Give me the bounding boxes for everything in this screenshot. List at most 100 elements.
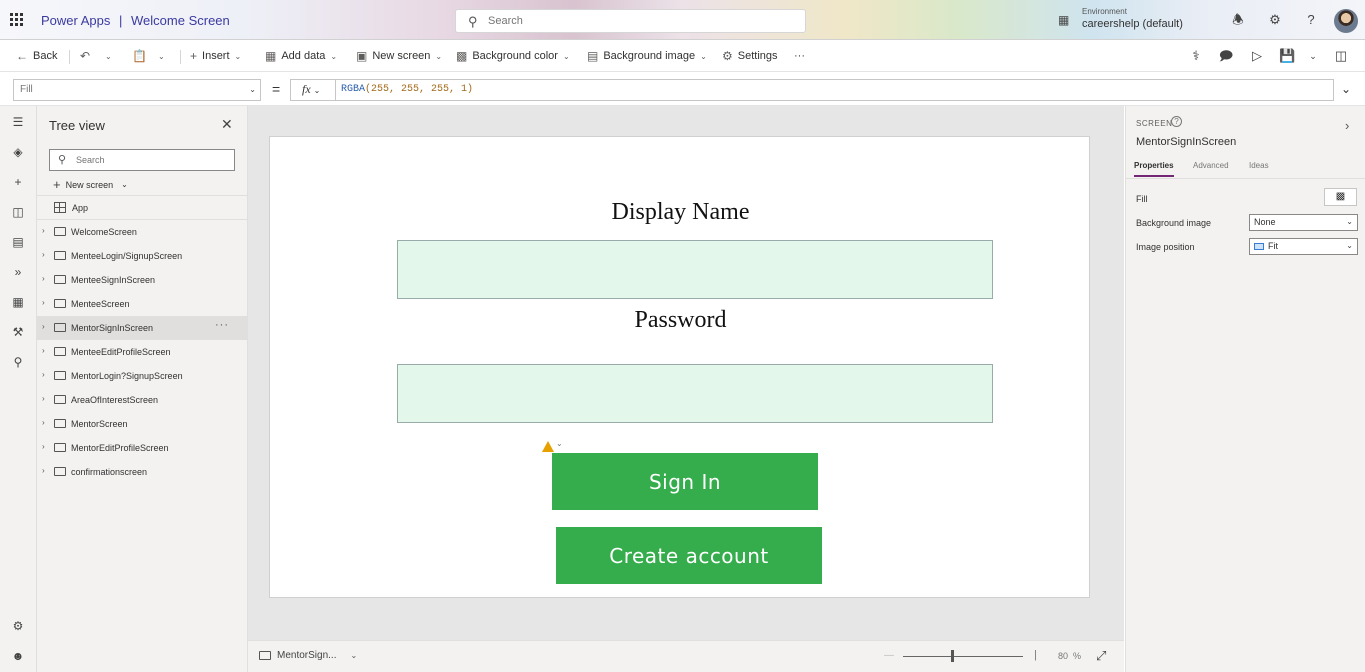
expand-formula-icon[interactable]: ⌄: [1341, 82, 1351, 96]
insert-icon[interactable]: +: [10, 174, 26, 190]
screen-icon: [54, 275, 66, 284]
paste-button[interactable]: 📋: [132, 48, 147, 64]
screen-icon: [259, 651, 271, 660]
background-image-dropdown[interactable]: None ⌄: [1249, 214, 1358, 231]
chevron-right-icon[interactable]: ›: [42, 346, 45, 355]
chevron-down-icon: ⌄: [234, 51, 242, 61]
tab-ideas[interactable]: Ideas: [1249, 161, 1269, 175]
app-name[interactable]: Welcome Screen: [131, 13, 230, 28]
tree-item-screen[interactable]: › confirmationscreen: [37, 460, 248, 484]
display-name-input[interactable]: [397, 240, 993, 299]
tab-properties[interactable]: Properties: [1134, 161, 1174, 177]
tree-item-screen[interactable]: › MentorScreen: [37, 412, 248, 436]
save-icon[interactable]: 💾: [1279, 48, 1295, 64]
gear-icon[interactable]: ⚙: [1267, 12, 1283, 28]
data-icon[interactable]: ◫: [10, 204, 26, 220]
environment-label: Environment: [1082, 7, 1127, 16]
formula-input[interactable]: RGBA(255, 255, 255, 1): [335, 79, 1334, 101]
background-image-button[interactable]: ▤ Background image ⌄: [587, 48, 707, 64]
create-account-button[interactable]: Create account: [556, 527, 822, 584]
chevron-right-icon[interactable]: ›: [42, 322, 45, 331]
fx-button[interactable]: fx ⌄: [290, 79, 336, 101]
undo-button[interactable]: ↶: [80, 48, 90, 64]
chevron-right-icon[interactable]: ›: [42, 442, 45, 451]
password-label[interactable]: Password: [270, 307, 1091, 334]
app-checker-icon[interactable]: ⚕: [1188, 48, 1204, 64]
play-icon[interactable]: ▷: [1249, 48, 1265, 64]
settings-icon[interactable]: ⚙: [10, 618, 26, 634]
publish-icon[interactable]: ◫: [1333, 48, 1349, 64]
image-position-dropdown[interactable]: Fit ⌄: [1249, 238, 1358, 255]
tree-item-screen[interactable]: › MentorEditProfileScreen: [37, 436, 248, 460]
tree-item-screen[interactable]: › MentorLogin?SignupScreen: [37, 364, 248, 388]
zoom-out-button[interactable]: —: [884, 650, 894, 661]
tree-search[interactable]: ⚲: [49, 149, 235, 171]
waffle-icon[interactable]: [10, 13, 24, 27]
close-icon[interactable]: ✕: [221, 116, 233, 133]
back-button[interactable]: ← Back: [16, 48, 57, 64]
property-dropdown[interactable]: Fill ⌄: [13, 79, 261, 101]
chevron-right-icon[interactable]: ›: [42, 466, 45, 475]
display-name-label[interactable]: Display Name: [270, 199, 1091, 226]
chevron-right-icon[interactable]: ›: [1345, 118, 1349, 133]
add-data-button[interactable]: ▦ Add data ⌄: [265, 48, 337, 64]
layers-icon[interactable]: ◈: [10, 144, 26, 160]
new-screen-button[interactable]: + New screen ⌄: [53, 177, 128, 192]
tree-item-screen[interactable]: › WelcomeScreen: [37, 220, 248, 244]
tools-icon[interactable]: ⚒: [10, 324, 26, 340]
new-screen-button[interactable]: ▣ New screen ⌄: [356, 48, 442, 64]
environment-value[interactable]: careershelp (default): [1082, 18, 1183, 30]
tree-item-screen[interactable]: › MenteeSignInScreen: [37, 268, 248, 292]
insert-button[interactable]: + Insert ⌄: [190, 48, 241, 64]
settings-button[interactable]: ⚙ Settings: [722, 48, 778, 64]
more-options-button[interactable]: ···: [215, 319, 229, 331]
bell-icon[interactable]: 🕭: [1230, 12, 1246, 28]
virtual-agent-icon[interactable]: ☻: [10, 648, 26, 664]
undo-dropdown[interactable]: ⌄: [105, 48, 112, 64]
chevron-right-icon[interactable]: ›: [42, 226, 45, 235]
chevron-right-icon[interactable]: ›: [42, 274, 45, 283]
variables-icon[interactable]: ▦: [10, 294, 26, 310]
help-icon[interactable]: ?: [1171, 116, 1182, 127]
tree-item-app[interactable]: App: [37, 196, 248, 220]
tree-search-input[interactable]: [76, 153, 226, 167]
global-search-input[interactable]: [488, 13, 788, 29]
chevron-right-icon[interactable]: ›: [42, 298, 45, 307]
tree-item-screen[interactable]: › MenteeEditProfileScreen: [37, 340, 248, 364]
tree-item-screen[interactable]: › AreaOfInterestScreen: [37, 388, 248, 412]
fill-color-picker[interactable]: ▩: [1324, 188, 1357, 206]
chevron-right-icon[interactable]: ›: [42, 370, 45, 379]
product-name[interactable]: Power Apps: [41, 13, 110, 28]
chevron-down-icon[interactable]: ⌄: [1305, 48, 1321, 64]
hamburger-icon[interactable]: ☰: [10, 114, 26, 130]
media-icon[interactable]: ▤: [10, 234, 26, 250]
power-automate-icon[interactable]: »: [10, 264, 26, 280]
paste-dropdown[interactable]: ⌄: [158, 48, 165, 64]
chevron-right-icon[interactable]: ›: [42, 250, 45, 259]
zoom-in-button[interactable]: |: [1034, 649, 1037, 661]
background-color-button[interactable]: ▩ Background color ⌄: [456, 48, 570, 64]
help-icon[interactable]: ?: [1303, 12, 1319, 28]
fit-to-window-icon[interactable]: ⤢: [1096, 648, 1106, 664]
tab-advanced[interactable]: Advanced: [1193, 161, 1229, 175]
search-icon[interactable]: ⚲: [10, 354, 26, 370]
screen-canvas[interactable]: Display Name Password ⌄ Sign In Create a…: [269, 136, 1090, 598]
chevron-down-icon: ⌄: [158, 51, 165, 61]
chevron-down-icon[interactable]: ⌄: [556, 439, 563, 448]
tree-item-screen[interactable]: › MenteeScreen: [37, 292, 248, 316]
tree-item-screen[interactable]: › MenteeLogin/SignupScreen: [37, 244, 248, 268]
tree-item-screen[interactable]: › MentorSignInScreen ···: [37, 316, 248, 340]
zoom-slider[interactable]: [903, 656, 1023, 657]
comment-icon[interactable]: 🗩: [1218, 48, 1234, 64]
warning-icon[interactable]: [542, 441, 554, 452]
environment-icon[interactable]: ▦: [1058, 13, 1069, 27]
more-commands-button[interactable]: ···: [794, 48, 805, 64]
avatar[interactable]: [1334, 9, 1358, 33]
chevron-right-icon[interactable]: ›: [42, 394, 45, 403]
sign-in-button[interactable]: Sign In: [552, 453, 818, 510]
password-input[interactable]: [397, 364, 993, 423]
chevron-right-icon[interactable]: ›: [42, 418, 45, 427]
screen-selector[interactable]: MentorSign... ⌄: [259, 650, 357, 661]
global-search[interactable]: ⚲: [455, 9, 806, 33]
zoom-slider-thumb[interactable]: [951, 650, 954, 662]
